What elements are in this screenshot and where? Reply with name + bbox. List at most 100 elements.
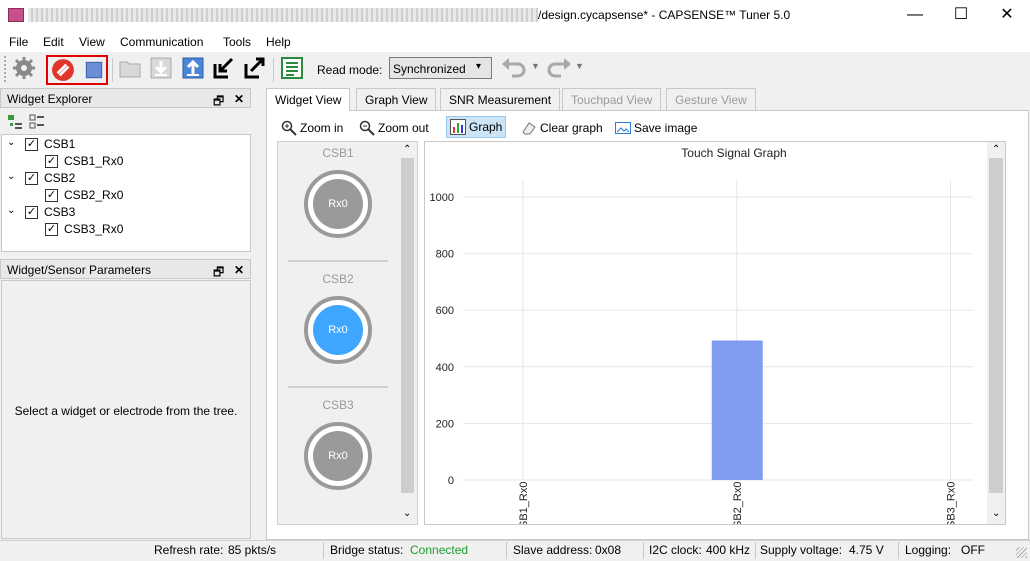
graph-scrollbar[interactable]: ⌃ ⌄ [987, 142, 1005, 524]
i2c-clock-value: 400 kHz [706, 543, 751, 557]
refresh-rate-label: Refresh rate: [154, 543, 224, 557]
zoom-out-button[interactable]: Zoom out [359, 118, 429, 138]
close-panel-icon[interactable]: ✕ [234, 263, 244, 277]
log-icon[interactable] [280, 56, 304, 80]
close-panel-icon[interactable]: ✕ [234, 92, 244, 106]
scroll-thumb[interactable] [989, 158, 1003, 493]
widget-button[interactable]: Rx0 [304, 170, 372, 238]
bridge-status-value: Connected [410, 543, 469, 557]
graph-toggle-button[interactable]: Graph [446, 116, 507, 138]
zoom-in-label: Zoom in [300, 121, 344, 135]
redo-dropdown-icon[interactable]: ▼ [575, 61, 584, 71]
zoom-out-icon [359, 120, 375, 136]
y-tick-label: 600 [436, 305, 454, 317]
y-tick-label: 400 [436, 362, 454, 374]
graph-label: Graph [469, 120, 503, 134]
refresh-rate-value: 85 pkts/s [228, 543, 277, 557]
menu-file[interactable]: File [9, 35, 28, 49]
widget-list-scrollbar[interactable]: ⌃ ⌄ [399, 142, 416, 524]
scroll-down-icon[interactable]: ⌄ [992, 508, 1000, 519]
supply-voltage-label: Supply voltage: [760, 543, 843, 557]
tree-expander-icon[interactable]: ⌄ [7, 205, 15, 216]
scroll-up-icon[interactable]: ⌃ [403, 144, 411, 155]
status-separator [643, 542, 644, 559]
bridge-status-label: Bridge status: [330, 543, 404, 557]
expand-all-icon[interactable] [7, 114, 23, 130]
clear-graph-button[interactable]: Clear graph [521, 118, 603, 138]
resize-grip-icon[interactable] [1016, 547, 1027, 558]
minimize-button[interactable]: — [892, 0, 938, 30]
y-tick-label: 800 [436, 249, 454, 261]
tab-touchpad-view[interactable]: Touchpad View [562, 88, 662, 110]
zoom-in-button[interactable]: Zoom in [281, 118, 343, 138]
disconnect-icon[interactable] [51, 58, 75, 82]
tab-graph-view[interactable]: Graph View [356, 88, 437, 110]
title-bar: /design.cycapsense* - CAPSENSE™ Tuner 5.… [0, 0, 1030, 32]
tree-checkbox[interactable]: ✓ [45, 223, 58, 236]
menu-view[interactable]: View [79, 35, 105, 49]
y-tick-label: 1000 [430, 192, 454, 204]
tree-widget-label[interactable]: CSB2 [44, 171, 75, 185]
menu-edit[interactable]: Edit [43, 35, 64, 49]
import-arrow-icon[interactable] [212, 56, 236, 80]
read-mode-select[interactable]: Synchronized ▾ [389, 57, 492, 79]
tree-expander-icon[interactable]: ⌄ [7, 171, 15, 182]
sensor-indicator: Rx0 [313, 431, 363, 481]
toolbar: Read mode: Synchronized ▾ ▼ ▼ [0, 52, 1030, 86]
stop-icon[interactable] [82, 58, 106, 82]
widget-divider [288, 386, 388, 388]
maximize-button[interactable]: ☐ [938, 0, 984, 30]
close-button[interactable]: ✕ [984, 0, 1030, 30]
tree-expander-icon[interactable]: ⌄ [7, 137, 15, 148]
chevron-down-icon: ▾ [476, 61, 482, 72]
tree-sensor-label[interactable]: CSB2_Rx0 [64, 188, 123, 202]
tree-sensor-label[interactable]: CSB3_Rx0 [64, 222, 123, 236]
tree-checkbox[interactable]: ✓ [25, 138, 38, 151]
read-mode-label: Read mode: [317, 63, 383, 77]
export-icon[interactable] [181, 56, 205, 80]
zoom-out-label: Zoom out [378, 121, 429, 135]
tree-sensor-label[interactable]: CSB1_Rx0 [64, 154, 123, 168]
tab-gesture-view[interactable]: Gesture View [666, 88, 756, 110]
export-arrow-icon[interactable] [243, 56, 267, 80]
tree-checkbox[interactable]: ✓ [25, 172, 38, 185]
collapse-all-icon[interactable] [29, 114, 45, 130]
y-tick-label: 0 [448, 475, 454, 487]
undo-dropdown-icon[interactable]: ▼ [531, 61, 540, 71]
undo-icon[interactable] [500, 56, 528, 80]
tab-widget-view[interactable]: Widget View [266, 88, 351, 111]
read-mode-value: Synchronized [393, 62, 466, 76]
import-icon[interactable] [149, 56, 173, 80]
widget-button[interactable]: Rx0 [304, 296, 372, 364]
scroll-thumb[interactable] [401, 158, 414, 493]
save-image-button[interactable]: Save image [615, 118, 697, 138]
widget-tree [1, 134, 251, 252]
tree-widget-label[interactable]: CSB3 [44, 205, 75, 219]
status-separator [898, 542, 899, 559]
params-header: Widget/Sensor Parameters 🗗 ✕ [0, 259, 251, 279]
logging-label: Logging: [905, 543, 952, 557]
tree-checkbox[interactable]: ✓ [45, 155, 58, 168]
gear-icon[interactable] [12, 56, 36, 80]
toolbar-separator [112, 58, 113, 82]
status-separator [755, 542, 756, 559]
tab-snr-measurement[interactable]: SNR Measurement [440, 88, 561, 110]
widget-button[interactable]: Rx0 [304, 422, 372, 490]
scroll-up-icon[interactable]: ⌃ [992, 144, 1000, 155]
menu-tools[interactable]: Tools [223, 35, 251, 49]
x-tick-label: SB3_Rx0 [946, 482, 958, 524]
widget-name: CSB3 [322, 398, 354, 412]
undock-icon[interactable]: 🗗 [213, 92, 224, 113]
menu-help[interactable]: Help [266, 35, 291, 49]
eraser-icon [522, 122, 536, 135]
menu-communication[interactable]: Communication [120, 35, 203, 49]
tree-checkbox[interactable]: ✓ [25, 206, 38, 219]
redo-icon[interactable] [545, 56, 573, 80]
i2c-clock-label: I2C clock: [649, 543, 702, 557]
tree-checkbox[interactable]: ✓ [45, 189, 58, 202]
tree-widget-label[interactable]: CSB1 [44, 137, 75, 151]
open-folder-icon[interactable] [118, 56, 142, 80]
graph-icon [450, 119, 466, 135]
sensor-indicator: Rx0 [313, 179, 363, 229]
scroll-down-icon[interactable]: ⌄ [403, 508, 411, 519]
